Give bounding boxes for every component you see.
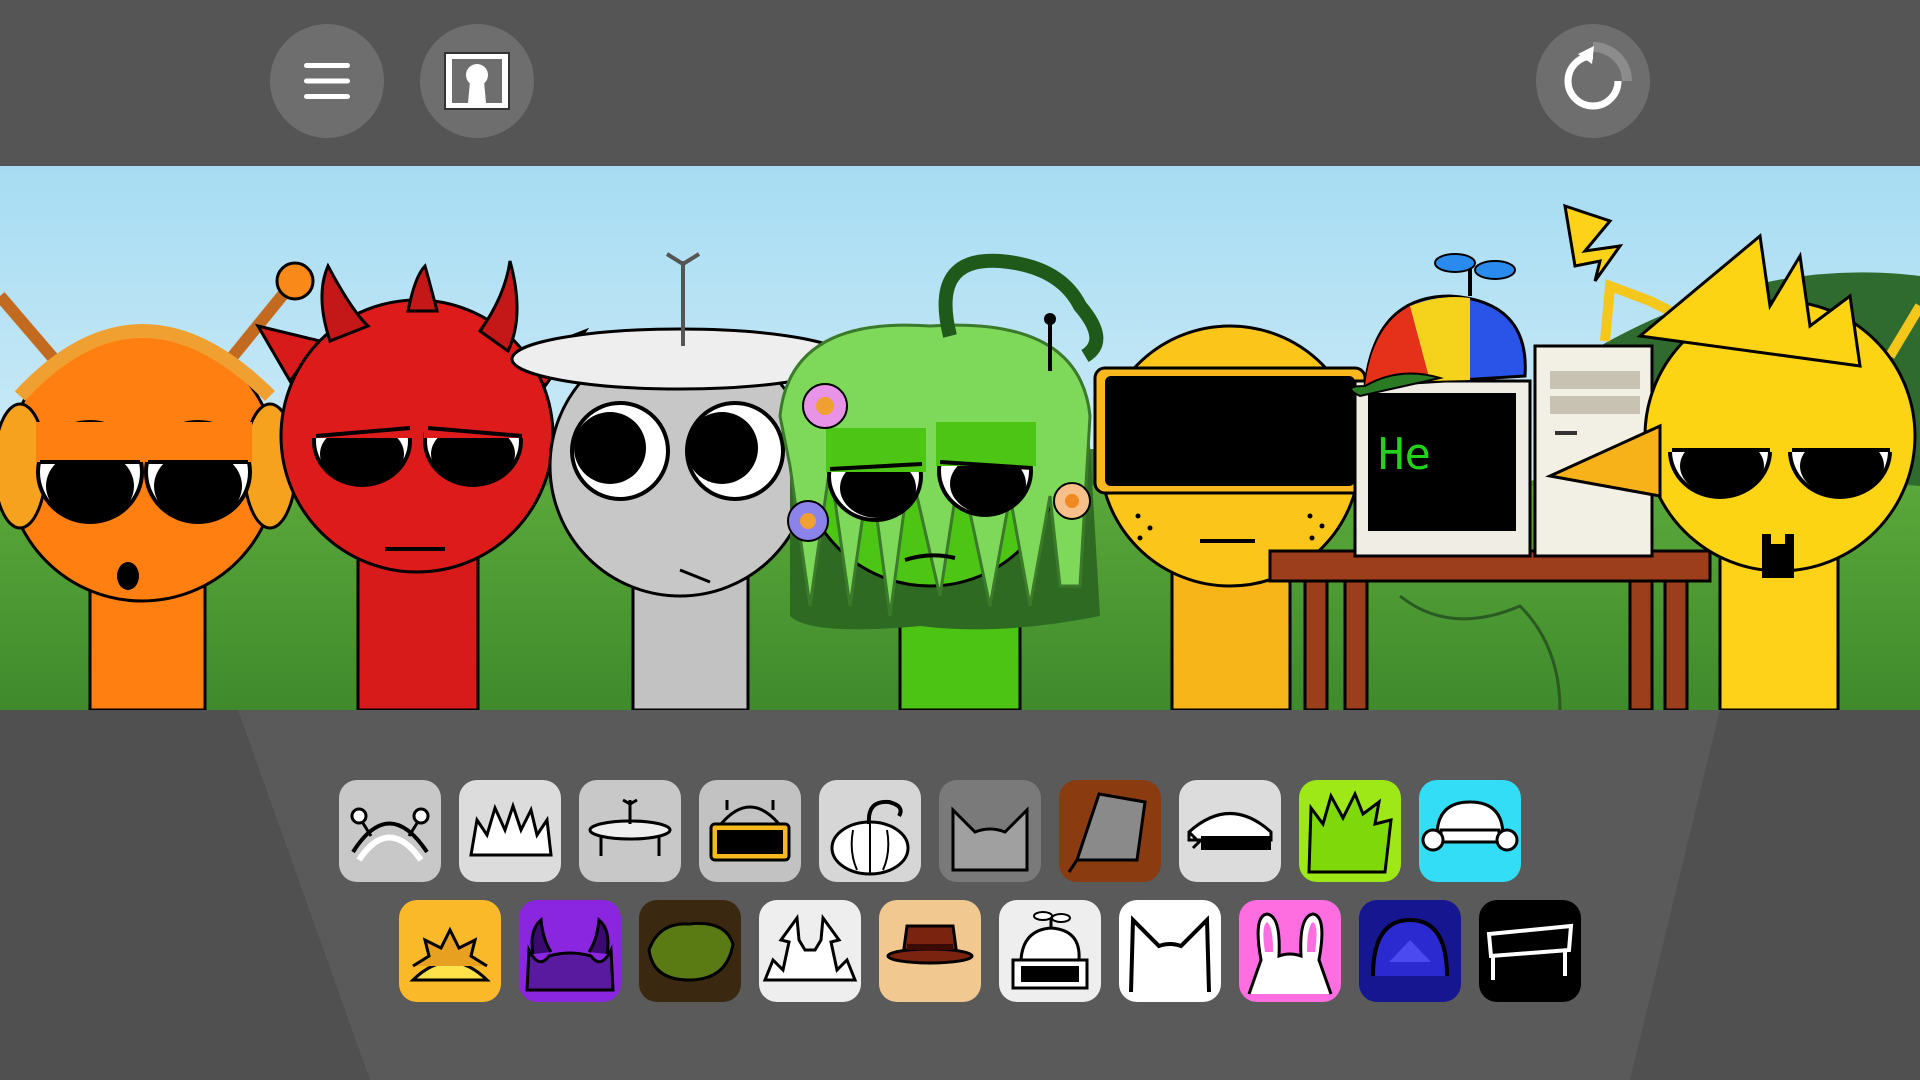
bunny-ears-icon [1247,912,1333,995]
costume-bunny-ears[interactable] [1239,900,1341,1002]
brown-hat-icon [886,924,974,965]
character-view-button[interactable] [420,24,534,138]
costume-green-spikes[interactable] [1299,780,1401,882]
costume-bush[interactable] [639,900,741,1002]
reset-loop-icon [1564,42,1632,110]
reset-button[interactable] [1536,24,1650,138]
cat-ears-icon [951,806,1029,872]
bench-icon [1486,923,1574,980]
purple-horns-icon [525,917,615,992]
costume-cat-ears[interactable] [939,780,1041,882]
bucket-icon [1067,792,1147,873]
propeller-cap-icon [1011,911,1089,990]
costume-headphones[interactable] [1419,780,1521,882]
costume-picker-panel [0,710,1920,1080]
lightning-icon [762,913,858,982]
costume-computer[interactable] [1179,780,1281,882]
visor-icon [709,800,791,862]
headphones-icon [1421,800,1519,852]
costume-white-cat-ears[interactable] [1119,900,1221,1002]
antenna-headband-icon [350,807,430,862]
costume-pumpkin[interactable] [819,780,921,882]
dark-dome-icon [1371,917,1449,977]
top-bar [0,0,1920,166]
stage-scene: He [0,166,1920,710]
costume-lightning[interactable] [759,900,861,1002]
character-stage: He [0,166,1920,710]
panel-background [0,710,1920,1080]
white-cat-ears-icon [1129,915,1211,993]
green-spikes-icon [1307,790,1393,874]
costume-sun-crown[interactable] [399,900,501,1002]
costume-bench[interactable] [1479,900,1581,1002]
spiky-hair-icon [469,801,553,857]
keyhole-portrait-icon [444,52,510,110]
costume-bucket[interactable] [1059,780,1161,882]
pumpkin-icon [830,799,910,876]
costume-purple-horns[interactable] [519,900,621,1002]
costume-brown-hat[interactable] [879,900,981,1002]
computer-screen-text: He [1378,429,1431,480]
costume-visor[interactable] [699,780,801,882]
bush-icon [647,921,735,982]
satellite-dish-icon [588,798,672,856]
sun-crown-icon [409,926,491,982]
costume-dark-dome[interactable] [1359,900,1461,1002]
costume-spiky-hair[interactable] [459,780,561,882]
menu-button[interactable] [270,24,384,138]
computer-icon [1187,812,1273,850]
costume-satellite-dish[interactable] [579,780,681,882]
hamburger-menu-icon [304,63,350,99]
costume-antenna-headband[interactable] [339,780,441,882]
costume-propeller-cap[interactable] [999,900,1101,1002]
